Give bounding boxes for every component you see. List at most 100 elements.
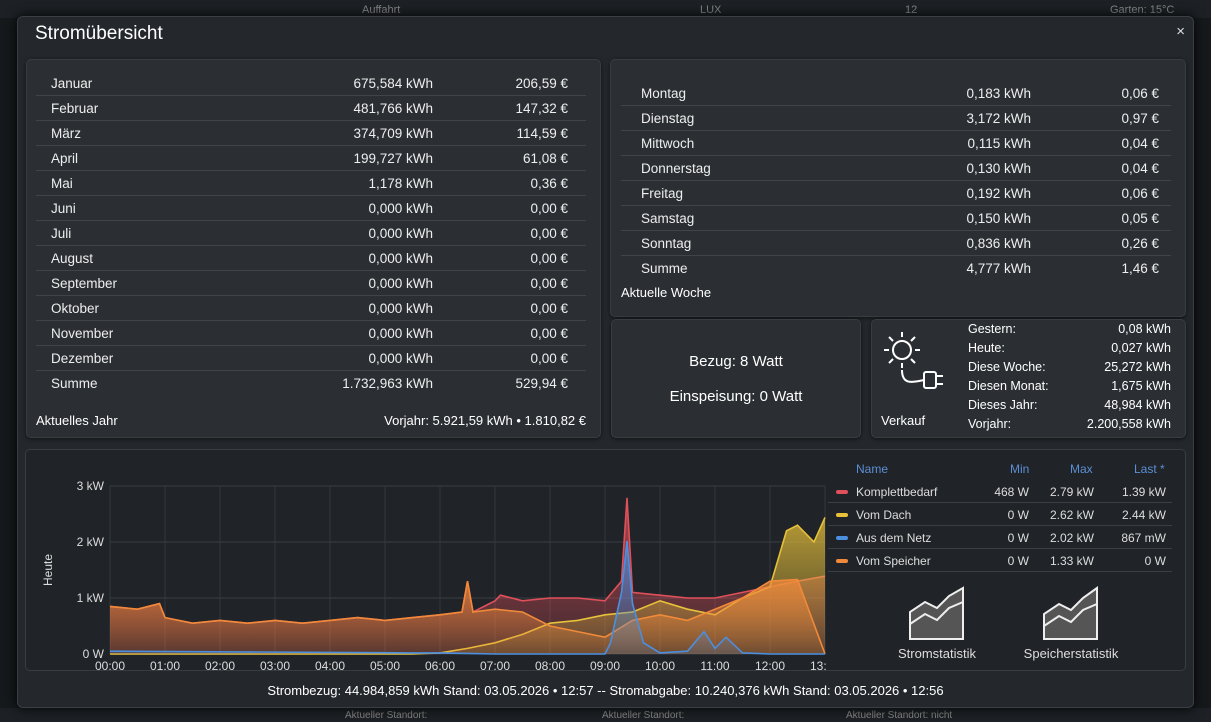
legend-min: 0 W <box>1007 554 1029 568</box>
solar-plug-icon <box>884 332 943 389</box>
weekday-kwh: 0,115 kWh <box>967 136 1031 151</box>
sell-stat-row: Diesen Monat: 1,675 kWh <box>968 377 1171 396</box>
sell-stat-value: 0,027 kWh <box>1111 341 1171 355</box>
month-eur: 529,94 € <box>515 376 568 391</box>
weekday-kwh: 3,172 kWh <box>966 111 1031 126</box>
weekday-kwh: 0,130 kWh <box>966 161 1031 176</box>
bg-label-lux: LUX <box>700 4 722 16</box>
month-eur: 0,00 € <box>530 226 568 241</box>
month-label: Summe <box>51 376 98 391</box>
stromstatistik-button[interactable]: Stromstatistik <box>892 584 982 661</box>
legend-last: 1.39 kW <box>1121 485 1166 499</box>
legend-header-max[interactable]: Max <box>1070 462 1093 476</box>
year-card: Januar 675,584 kWh 206,59 € Februar 481,766 … <box>26 59 601 438</box>
weekday-label: Freitag <box>641 186 684 201</box>
legend-row[interactable]: Komplettbedarf 468 W 2.79 kW 1.39 kW <box>828 480 1172 503</box>
x-tick-label: 13:00 <box>810 659 826 672</box>
weekday-label: Summe <box>641 261 688 276</box>
month-row: Dezember 0,000 kWh 0,00 € <box>36 346 586 371</box>
chart-card: 0 W 1 kW 2 kW 3 kW 00:00 01:00 02:00 03:00 04:00… <box>25 449 1186 672</box>
weekday-label: Samstag <box>641 211 695 226</box>
legend-max: 2.02 kW <box>1049 531 1094 545</box>
month-eur: 0,36 € <box>530 176 568 191</box>
weekday-label: Dienstag <box>641 111 695 126</box>
weekday-kwh: 0,836 kWh <box>966 236 1031 251</box>
month-kwh: 374,709 kWh <box>353 126 433 141</box>
month-eur: 114,59 € <box>516 126 568 141</box>
legend-header-last[interactable]: Last * <box>1134 462 1165 476</box>
bezug-label: Bezug: 8 Watt <box>689 353 783 370</box>
weekday-eur: 0,05 € <box>1121 211 1159 226</box>
speicherstatistik-icon <box>1043 586 1098 640</box>
month-label: Mai <box>51 176 73 191</box>
sell-stat-value: 2.200,558 kWh <box>1086 417 1171 431</box>
legend-header-min[interactable]: Min <box>1010 462 1029 476</box>
x-tick-label: 06:00 <box>425 659 455 672</box>
sell-stat-row: Vorjahr: 2.200,558 kWh <box>968 415 1171 434</box>
legend-min: 468 W <box>994 485 1029 499</box>
x-tick-label: 09:00 <box>590 659 620 672</box>
month-label: März <box>51 126 81 141</box>
month-row: September 0,000 kWh 0,00 € <box>36 271 586 296</box>
stromstatistik-label: Stromstatistik <box>897 646 976 661</box>
y-axis-label: Heute <box>41 554 55 586</box>
weekday-kwh: 4,777 kWh <box>966 261 1031 276</box>
month-label: August <box>51 251 94 266</box>
sell-stat-row: Heute: 0,027 kWh <box>968 339 1171 358</box>
legend-row[interactable]: Vom Speicher 0 W 1.33 kW 0 W <box>828 549 1172 572</box>
month-eur: 147,32 € <box>515 101 568 116</box>
legend-max: 2.79 kW <box>1049 485 1094 499</box>
month-row: April 199,727 kWh 61,08 € <box>36 146 586 171</box>
month-kwh: 0,000 kWh <box>368 201 433 216</box>
weekday-label: Mittwoch <box>641 136 695 151</box>
weekday-kwh: 0,150 kWh <box>966 211 1031 226</box>
weekday-row: Samstag 0,150 kWh 0,05 € <box>621 206 1171 231</box>
weekday-label: Sonntag <box>641 236 692 251</box>
power-overview-dialog: Stromübersicht × Januar 675,584 kWh 206,59… <box>17 16 1194 708</box>
x-tick-label: 08:00 <box>535 659 565 672</box>
weekday-row: Montag 0,183 kWh 0,06 € <box>621 81 1171 106</box>
legend-last: 0 W <box>1144 554 1166 568</box>
legend-name: Vom Speicher <box>856 554 931 568</box>
close-icon[interactable]: × <box>1176 23 1185 40</box>
legend-name: Vom Dach <box>856 508 912 522</box>
x-tick-label: 01:00 <box>150 659 180 672</box>
month-label: Oktober <box>51 301 100 316</box>
month-label: April <box>51 151 79 166</box>
month-eur: 0,00 € <box>530 201 568 216</box>
month-kwh: 1,178 kWh <box>368 176 433 191</box>
stromstatistik-icon <box>909 586 964 640</box>
status-line: Strombezug: 44.984,859 kWh Stand: 03.05.… <box>267 683 944 698</box>
speicherstatistik-button[interactable]: Speicherstatistik <box>1016 584 1126 661</box>
bg-location-2: Aktueller Standort: <box>602 710 685 721</box>
month-row: August 0,000 kWh 0,00 € <box>36 246 586 271</box>
month-eur: 0,00 € <box>530 276 568 291</box>
sell-stat-value: 25,272 kWh <box>1104 360 1171 374</box>
week-footer-label: Aktuelle Woche <box>621 285 712 300</box>
month-label: Juli <box>51 226 72 241</box>
month-eur: 206,59 € <box>515 76 568 91</box>
month-row: März 374,709 kWh 114,59 € <box>36 121 586 146</box>
legend-color-swatch <box>836 490 848 494</box>
bg-location-3: Aktueller Standort: nicht <box>846 710 953 721</box>
sell-label: Verkauf <box>881 413 926 428</box>
month-row: Mai 1,178 kWh 0,36 € <box>36 171 586 196</box>
month-eur: 0,00 € <box>530 326 568 341</box>
legend-header-name[interactable]: Name <box>856 462 888 476</box>
legend-color-swatch <box>836 536 848 540</box>
sell-stat-label: Dieses Jahr: <box>968 398 1038 412</box>
legend-row[interactable]: Vom Dach 0 W 2.62 kW 2.44 kW <box>828 503 1172 526</box>
bg-label-auffahrt: Auffahrt <box>362 4 401 16</box>
legend-row[interactable]: Aus dem Netz 0 W 2.02 kW 867 mW <box>828 526 1172 549</box>
month-eur: 0,00 € <box>530 301 568 316</box>
weekday-kwh: 0,192 kWh <box>966 186 1031 201</box>
sell-stat-row: Dieses Jahr: 48,984 kWh <box>968 396 1171 415</box>
year-footer-label: Aktuelles Jahr <box>36 413 118 428</box>
power-chart: 0 W1 kW2 kW3 kW00:00 01:00 02:00 03:00 04:00… <box>41 479 826 672</box>
x-tick-label: 03:00 <box>260 659 290 672</box>
weekday-row: Dienstag 3,172 kWh 0,97 € <box>621 106 1171 131</box>
month-kwh: 0,000 kWh <box>368 351 433 366</box>
month-kwh: 199,727 kWh <box>353 151 433 166</box>
weekday-label: Montag <box>641 86 687 101</box>
sell-stat-row: Diese Woche: 25,272 kWh <box>968 358 1171 377</box>
